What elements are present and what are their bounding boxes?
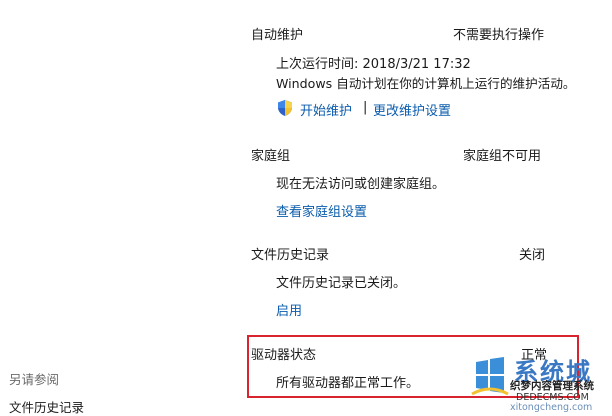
windows-logo-icon	[471, 357, 509, 396]
drive-status-description: 所有驱动器都正常工作。	[276, 376, 420, 391]
maintenance-last-run: 上次运行时间: 2018/3/21 17:32	[276, 57, 471, 72]
file-history-title: 文件历史记录	[251, 248, 330, 263]
maintenance-description: Windows 自动计划在你的计算机上运行的维护活动。	[276, 76, 576, 91]
change-maintenance-settings-link[interactable]: 更改维护设置	[373, 100, 451, 119]
drive-status-title: 驱动器状态	[251, 348, 317, 363]
enable-file-history-link[interactable]: 启用	[276, 300, 302, 319]
homegroup-title: 家庭组	[251, 149, 291, 164]
watermark-url-xitongcheng: xitongcheng.com	[510, 402, 593, 413]
maintenance-status: 不需要执行操作	[453, 28, 545, 43]
homegroup-status: 家庭组不可用	[463, 149, 542, 164]
link-separator: |	[363, 100, 368, 115]
file-history-description: 文件历史记录已关闭。	[276, 276, 407, 291]
see-also-heading: 另请参阅	[9, 372, 60, 387]
see-also-file-history-link[interactable]: 文件历史记录	[9, 397, 84, 416]
uac-shield-icon	[278, 100, 292, 116]
watermark-logo: 系统城 织梦内容管理系统 DEDECMS.COM xitongcheng.com	[470, 352, 612, 414]
watermark-subtitle: 织梦内容管理系统	[510, 380, 594, 392]
homegroup-description: 现在无法访问或创建家庭组。	[276, 177, 446, 192]
maintenance-title: 自动维护	[251, 28, 304, 43]
file-history-status: 关闭	[519, 248, 546, 263]
view-homegroup-settings-link[interactable]: 查看家庭组设置	[276, 201, 367, 220]
start-maintenance-link[interactable]: 开始维护	[300, 100, 352, 119]
